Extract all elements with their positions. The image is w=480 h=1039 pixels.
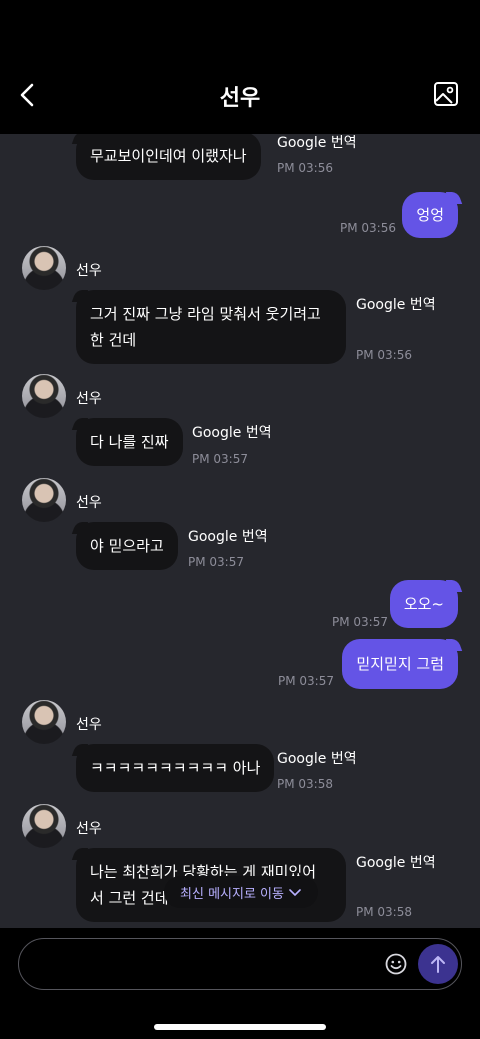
smiley-icon [385, 953, 407, 975]
message-time: PM 03:57 [192, 452, 248, 466]
send-button[interactable] [418, 944, 458, 984]
message-time: PM 03:57 [332, 615, 388, 629]
emoji-button[interactable] [384, 952, 408, 976]
composer-bar [0, 928, 480, 1039]
message-bubble-incoming[interactable]: 다 나를 진짜 [76, 418, 183, 466]
message-bubble-outgoing[interactable]: 오오~ [389, 580, 458, 628]
avatar[interactable] [22, 700, 66, 744]
message-text: 믿지믿지 그럼 [356, 655, 444, 673]
message-text: 엉엉 [416, 206, 444, 224]
sender-name: 선우 [76, 717, 102, 733]
message-text-line: 한 건데 [90, 331, 137, 349]
jump-to-latest-button[interactable]: 최신 메시지로 이동 [164, 876, 318, 908]
message-text: 무교보이인데여 이랬자나 [90, 147, 247, 165]
sender-name: 선우 [76, 821, 102, 837]
google-translate-button[interactable]: Google 번역 [188, 526, 268, 546]
message-time: PM 03:57 [278, 674, 334, 688]
message-bubble-outgoing[interactable]: 믿지믿지 그럼 [342, 639, 458, 689]
message-text: 야 믿으라고 [90, 537, 164, 555]
message-bubble-incoming[interactable]: 그거 진짜 그냥 라임 맞춰서 웃기려고 한 건데 [76, 290, 346, 364]
message-list[interactable]: 무교보이인데여 이랬자나 Google 번역 PM 03:56 엉엉 PM 03… [0, 134, 480, 928]
message-bubble-incoming[interactable]: 무교보이인데여 이랬자나 [76, 134, 261, 180]
google-translate-button[interactable]: Google 번역 [356, 852, 436, 872]
sender-name: 선우 [76, 263, 102, 279]
message-time: PM 03:56 [340, 221, 396, 235]
image-icon [434, 82, 458, 106]
message-time: PM 03:57 [188, 555, 244, 569]
google-translate-button[interactable]: Google 번역 [277, 748, 357, 768]
avatar[interactable] [22, 804, 66, 848]
google-translate-button[interactable]: Google 번역 [192, 422, 272, 442]
message-text: ㅋㅋㅋㅋㅋㅋㅋㅋㅋㅋ 아나 [90, 759, 261, 777]
message-bubble-outgoing[interactable]: 엉엉 [402, 192, 458, 238]
home-indicator [154, 1024, 326, 1030]
message-text: 오오~ [403, 595, 444, 613]
google-translate-button[interactable]: Google 번역 [277, 134, 357, 152]
message-time: PM 03:58 [277, 777, 333, 791]
sender-name: 선우 [76, 391, 102, 407]
arrow-up-icon [431, 956, 445, 973]
sender-name: 선우 [76, 495, 102, 511]
chat-header: 선우 [0, 0, 480, 134]
gallery-button[interactable] [432, 80, 460, 108]
google-translate-button[interactable]: Google 번역 [356, 294, 436, 314]
message-bubble-incoming[interactable]: 야 믿으라고 [76, 522, 178, 570]
message-text: 다 나를 진짜 [90, 433, 169, 451]
avatar[interactable] [22, 246, 66, 290]
message-time: PM 03:56 [356, 348, 412, 362]
message-bubble-incoming[interactable]: ㅋㅋㅋㅋㅋㅋㅋㅋㅋㅋ 아나 [76, 744, 275, 792]
message-text-line: 그거 진짜 그냥 라임 맞춰서 웃기려고 [90, 305, 321, 323]
message-time: PM 03:56 [277, 161, 333, 175]
message-time: PM 03:58 [356, 905, 412, 919]
avatar[interactable] [22, 374, 66, 418]
chat-title: 선우 [219, 86, 261, 111]
avatar[interactable] [22, 478, 66, 522]
jump-to-latest-label: 최신 메시지로 이동 [180, 886, 284, 902]
chevron-down-icon [289, 889, 301, 897]
